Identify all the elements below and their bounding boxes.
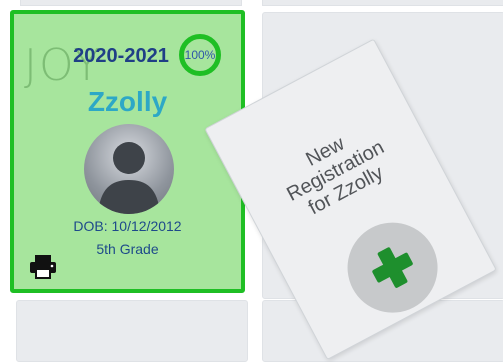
top-strip-left xyxy=(20,0,242,6)
person-silhouette-icon xyxy=(98,142,160,214)
completion-percent: 100% xyxy=(184,48,216,62)
student-card[interactable]: JOY 2020-2021 100% Zzolly DOB: 10/12/201… xyxy=(10,10,245,293)
top-strip-right xyxy=(262,0,503,6)
completion-ring: 100% xyxy=(179,34,221,76)
school-year: 2020-2021 xyxy=(73,45,169,67)
student-name: Zzolly xyxy=(87,86,168,117)
new-registration-label: New Registration for Zzolly xyxy=(283,132,388,220)
plus-icon xyxy=(372,247,413,288)
student-dob: DOB: 10/12/2012 xyxy=(73,218,182,234)
avatar xyxy=(84,124,174,214)
printer-icon[interactable] xyxy=(28,254,58,280)
background-card-bottom-left[interactable] xyxy=(16,300,248,362)
